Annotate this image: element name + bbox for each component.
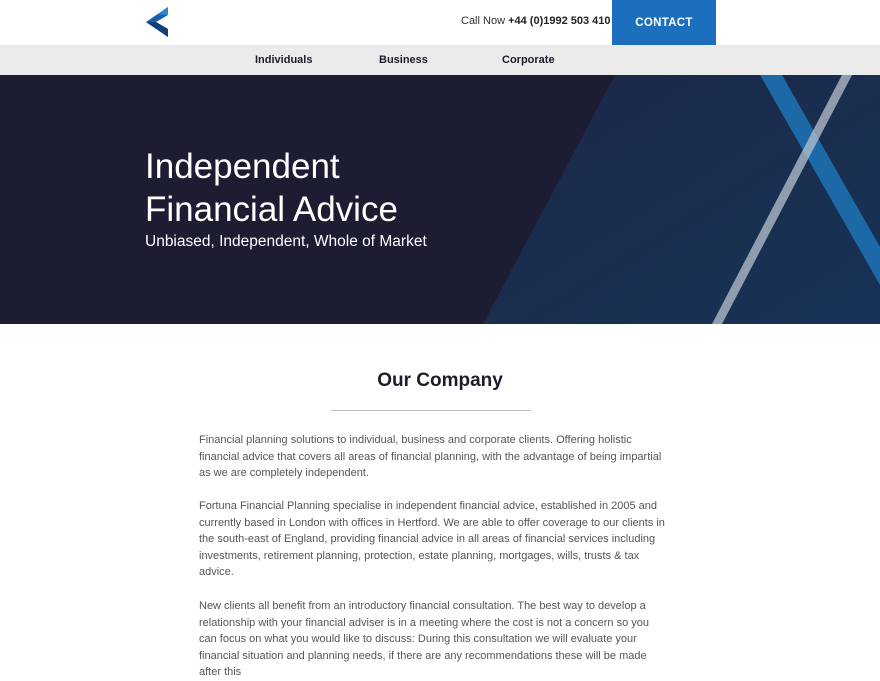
fortuna-logo[interactable]: [144, 5, 172, 39]
company-paragraph-1: Financial planning solutions to individu…: [199, 434, 662, 480]
call-now-label: Call Now: [461, 15, 506, 27]
company-paragraph-2: Fortuna Financial Planning specialise in…: [199, 500, 665, 579]
company-paragraph-3: New clients all benefit from an introduc…: [199, 600, 650, 679]
contact-button[interactable]: CONTACT: [612, 0, 716, 45]
main-nav: Individuals Business Corporate: [0, 45, 880, 75]
hero-title-line2: Financial Advice: [145, 190, 398, 229]
hero-banner: Independent Financial Advice Unbiased, I…: [0, 75, 880, 324]
call-now-text: Call Now +44 (0)1992 503 410: [461, 15, 611, 27]
section-divider: [331, 410, 531, 411]
nav-item-business[interactable]: Business: [379, 54, 428, 66]
top-header: Call Now +44 (0)1992 503 410 CONTACT: [0, 0, 880, 45]
nav-item-corporate[interactable]: Corporate: [502, 54, 555, 66]
hero-subtitle: Unbiased, Independent, Whole of Market: [145, 233, 427, 250]
hero-title: Independent Financial Advice: [145, 145, 465, 231]
nav-item-individuals[interactable]: Individuals: [255, 54, 312, 66]
phone-number-link[interactable]: +44 (0)1992 503 410: [508, 15, 610, 27]
hero-title-line1: Independent: [145, 147, 340, 186]
section-title: Our Company: [377, 370, 503, 391]
